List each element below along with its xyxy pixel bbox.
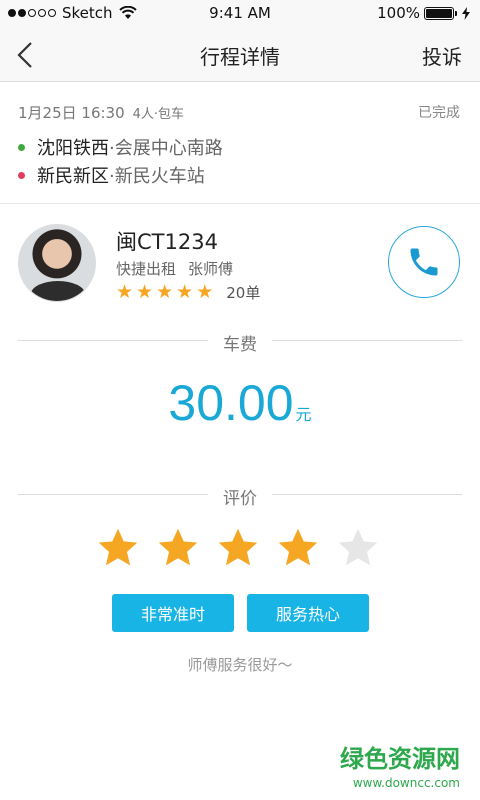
battery-percent: 100% [377, 4, 420, 22]
trip-datetime: 1月25日 16:30 [18, 104, 125, 122]
star-icon[interactable] [276, 526, 320, 570]
destination-area: 新民新区 [37, 166, 109, 187]
star-empty-icon[interactable] [336, 526, 380, 570]
route-origin: 沈阳铁西 ·会展中心南路 [18, 134, 223, 160]
star-icon: ★ [116, 281, 134, 303]
trip-passengers: 4人·包车 [132, 107, 185, 122]
status-bar: Sketch 9:41 AM 100% [0, 0, 480, 28]
tag-button-punctual[interactable]: 非常准时 [112, 594, 234, 632]
trip-status-badge: 已完成 [418, 105, 460, 121]
route-destination: 新民新区 ·新民火车站 [18, 162, 205, 188]
battery-icon [424, 6, 457, 20]
driver-avatar [18, 224, 96, 302]
star-icon: ★ [176, 281, 194, 303]
destination-dot-icon [18, 171, 25, 179]
driver-name: 张师傅 [188, 260, 234, 278]
page-title: 行程详情 [200, 45, 280, 69]
call-driver-button[interactable] [388, 226, 460, 298]
trip-detail-main: 闽CT1234 快捷出租 张师傅 ★ ★ ★ ★ ★ 20单 车费 30.00 元 … [0, 204, 480, 800]
watermark-logo: 绿色资源网 www.downcc.com [340, 739, 460, 790]
phone-icon [410, 248, 438, 276]
rating-divider: 评价 [18, 484, 462, 509]
destination-place: ·新民火车站 [109, 166, 205, 187]
rating-tags: 非常准时 服务热心 [112, 594, 369, 632]
nav-bar: 行程详情 投诉 [0, 28, 480, 82]
star-icon[interactable] [216, 526, 260, 570]
trip-summary: 1月25日 16:30 4人·包车 已完成 沈阳铁西 ·会展中心南路 新民新区 ·新民… [0, 82, 480, 204]
trip-meta: 1月25日 16:30 4人·包车 [18, 102, 184, 123]
origin-area: 沈阳铁西 [37, 138, 109, 159]
fare-display: 30.00 元 [0, 374, 480, 432]
driver-plate: 闽CT1234 [116, 230, 218, 254]
star-icon[interactable] [156, 526, 200, 570]
star-icon: ★ [156, 281, 174, 303]
driver-order-count: 20单 [226, 284, 261, 302]
origin-dot-icon [18, 143, 25, 151]
fare-amount: 30.00 [168, 375, 294, 431]
origin-place: ·会展中心南路 [109, 138, 223, 159]
driver-company: 快捷出租 [116, 260, 177, 278]
fare-section-label: 车费 [223, 335, 257, 355]
tag-button-service[interactable]: 服务热心 [247, 594, 369, 632]
driver-rating: ★ ★ ★ ★ ★ 20单 [116, 282, 260, 303]
star-icon: ★ [136, 281, 154, 303]
driver-info: 快捷出租 张师傅 [116, 258, 245, 279]
watermark-url: www.downcc.com [352, 776, 460, 790]
battery-group: 100% [377, 4, 470, 22]
charging-icon [462, 6, 470, 20]
complaint-button[interactable]: 投诉 [422, 41, 462, 70]
star-icon[interactable] [96, 526, 140, 570]
watermark-title: 绿色资源网 [340, 745, 460, 773]
fare-divider: 车费 [18, 330, 462, 355]
star-icon: ★ [196, 281, 214, 303]
rating-comment: 师傅服务很好～ [187, 656, 293, 674]
rating-stars [96, 526, 396, 570]
fare-unit: 元 [295, 405, 312, 424]
rating-section-label: 评价 [223, 489, 257, 509]
